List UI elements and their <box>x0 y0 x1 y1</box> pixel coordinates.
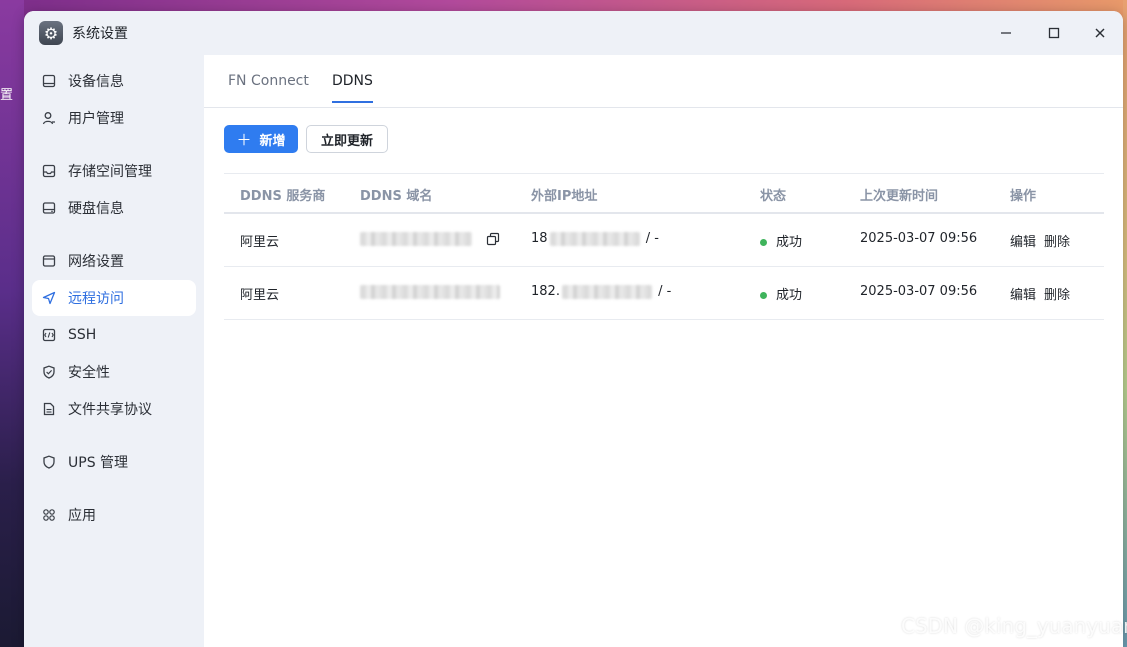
sidebar-item-ssh[interactable]: SSH <box>32 317 196 353</box>
sidebar-item-remote-access[interactable]: 远程访问 <box>32 280 196 316</box>
status-cell: 成功 <box>760 284 802 303</box>
sidebar-item-security[interactable]: 安全性 <box>32 354 196 390</box>
sidebar-item-network[interactable]: 网络设置 <box>32 243 196 279</box>
status-cell: 成功 <box>760 231 802 250</box>
device-info-icon <box>40 72 58 90</box>
shield-icon <box>40 453 58 471</box>
table-header: DDNS 服务商 DDNS 域名 外部IP地址 状态 上次更新时间 操作 <box>224 173 1104 214</box>
sidebar-item-label: 用户管理 <box>68 111 124 127</box>
sidebar-item-apps[interactable]: 应用 <box>32 497 196 533</box>
apps-icon <box>40 506 58 524</box>
actions-cell: 编辑 删除 <box>1010 284 1078 303</box>
edit-link[interactable]: 编辑 <box>1010 235 1036 250</box>
close-icon[interactable] <box>1088 21 1112 45</box>
status-dot-icon <box>760 292 767 299</box>
terminal-icon <box>40 326 58 344</box>
network-icon <box>40 252 58 270</box>
send-icon <box>40 289 58 307</box>
sidebar-item-label: 应用 <box>68 508 96 524</box>
column-header-last-updated: 上次更新时间 <box>860 189 939 204</box>
sidebar-item-label: 设备信息 <box>68 74 124 90</box>
update-now-button[interactable]: 立即更新 <box>306 125 388 153</box>
redacted-ip <box>561 284 652 299</box>
status-text: 成功 <box>776 288 803 303</box>
main-content: FN Connect DDNS ＋ 新增 立即更新 DDNS 服务商 DDNS … <box>204 55 1123 647</box>
desktop-right-edge <box>1123 0 1127 647</box>
sidebar-item-ups[interactable]: UPS 管理 <box>32 444 196 480</box>
sidebar-item-device-info[interactable]: 设备信息 <box>32 63 196 99</box>
column-header-domain: DDNS 域名 <box>360 189 433 204</box>
tab-ddns[interactable]: DDNS <box>332 73 373 103</box>
edit-link[interactable]: 编辑 <box>1010 288 1036 303</box>
ip-suffix: / - <box>645 231 659 246</box>
sidebar-item-label: 硬盘信息 <box>68 201 124 217</box>
external-ip-cell: 18 / - <box>531 231 659 246</box>
desktop-fragment-text: 置 <box>0 88 14 103</box>
copy-icon[interactable] <box>486 232 500 246</box>
sidebar-item-label: 安全性 <box>68 365 110 381</box>
column-header-status: 状态 <box>760 189 787 204</box>
status-dot-icon <box>760 239 767 246</box>
sidebar-item-label: UPS 管理 <box>68 455 129 471</box>
settings-gear-icon: ⚙ <box>39 21 63 45</box>
sidebar-item-label: SSH <box>68 327 97 343</box>
storage-icon <box>40 162 58 180</box>
domain-cell <box>360 231 500 246</box>
delete-link[interactable]: 删除 <box>1044 235 1070 250</box>
ip-suffix: / - <box>658 284 672 299</box>
redacted-ip <box>549 231 640 246</box>
domain-cell <box>360 284 500 299</box>
title-bar: ⚙ 系统设置 <box>24 11 1123 55</box>
ddns-table: DDNS 服务商 DDNS 域名 外部IP地址 状态 上次更新时间 操作 阿里云… <box>224 173 1104 320</box>
watermark-text: CSDN @king_yuanyuan <box>901 614 1127 638</box>
sidebar-item-label: 存储空间管理 <box>68 164 152 180</box>
sidebar: 设备信息 用户管理 存储空间管理 硬盘信息 网络设置 远程访问 SSH 安全性 … <box>24 55 204 647</box>
sidebar-item-label: 远程访问 <box>68 291 124 307</box>
redacted-domain <box>360 231 472 246</box>
tab-bar: FN Connect DDNS <box>204 55 1123 108</box>
last-updated-cell: 2025-03-07 09:56 <box>860 284 978 299</box>
sidebar-item-label: 文件共享协议 <box>68 402 152 418</box>
column-header-provider: DDNS 服务商 <box>240 189 326 204</box>
sidebar-item-label: 网络设置 <box>68 254 124 270</box>
settings-window: ⚙ 系统设置 设备信息 用户管理 存储空间管理 硬盘信息 网络设置 远程访问 S… <box>24 11 1123 647</box>
maximize-icon[interactable] <box>1042 21 1066 45</box>
sidebar-item-disk[interactable]: 硬盘信息 <box>32 190 196 226</box>
column-header-actions: 操作 <box>1010 189 1037 204</box>
ip-prefix: 182. <box>531 284 560 299</box>
disk-icon <box>40 199 58 217</box>
external-ip-cell: 182. / - <box>531 284 671 299</box>
delete-link[interactable]: 删除 <box>1044 288 1070 303</box>
tab-fn-connect[interactable]: FN Connect <box>228 73 309 103</box>
add-button[interactable]: ＋ 新增 <box>224 125 298 153</box>
add-button-label: 新增 <box>259 133 286 149</box>
desktop-left-edge: 置 <box>0 0 24 647</box>
user-icon <box>40 109 58 127</box>
window-title: 系统设置 <box>72 26 128 42</box>
status-text: 成功 <box>776 235 803 250</box>
column-header-external-ip: 外部IP地址 <box>531 189 598 204</box>
sidebar-item-users[interactable]: 用户管理 <box>32 100 196 136</box>
ip-prefix: 18 <box>531 231 548 246</box>
shield-check-icon <box>40 363 58 381</box>
document-icon <box>40 400 58 418</box>
table-row: 阿里云 182. / - 成功 2025-03-07 09:56 编辑 删除 <box>224 267 1104 320</box>
table-row: 阿里云 18 / - 成功 2025-03-07 09:56 编辑 删除 <box>224 214 1104 267</box>
provider-cell: 阿里云 <box>240 235 280 250</box>
redacted-domain <box>360 284 500 299</box>
plus-icon: ＋ <box>236 130 252 149</box>
provider-cell: 阿里云 <box>240 288 280 303</box>
actions-cell: 编辑 删除 <box>1010 231 1078 250</box>
minimize-icon[interactable] <box>994 21 1018 45</box>
sidebar-item-storage[interactable]: 存储空间管理 <box>32 153 196 189</box>
sidebar-item-file-sharing[interactable]: 文件共享协议 <box>32 391 196 427</box>
last-updated-cell: 2025-03-07 09:56 <box>860 231 978 246</box>
